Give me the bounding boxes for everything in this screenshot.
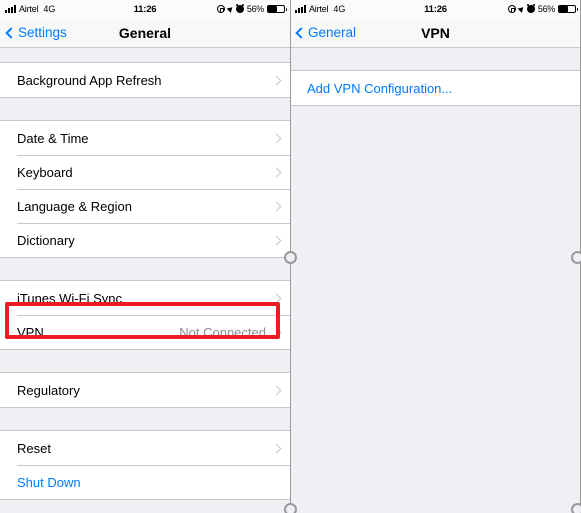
row-label: Background App Refresh [17, 72, 162, 88]
settings-group-1: Background App Refresh [0, 62, 290, 98]
location-arrow-icon [517, 5, 526, 13]
row-accessory [271, 75, 282, 85]
vpn-status-value: Not Connected [179, 324, 266, 340]
chevron-right-icon [271, 235, 282, 245]
status-bar-right: Airtel 4G 11:26 56% [290, 0, 581, 18]
chevron-left-icon [295, 26, 307, 39]
chevron-right-icon [271, 327, 282, 337]
chevron-right-icon [271, 75, 282, 85]
row-accessory [271, 133, 282, 143]
chevron-right-icon [271, 201, 282, 211]
section-gap [0, 408, 290, 430]
settings-row-keyboard[interactable]: Keyboard [0, 155, 290, 189]
section-gap [0, 48, 290, 62]
back-button-label: Settings [18, 25, 67, 40]
location-arrow-icon [226, 5, 235, 13]
navigation-bar-general: Settings General [0, 18, 290, 48]
row-accessory [271, 293, 282, 303]
settings-group-3: iTunes Wi-Fi Sync VPN Not Connected [0, 280, 290, 350]
settings-row-regulatory[interactable]: Regulatory [0, 373, 290, 407]
settings-group-2: Date & Time Keyboard Language & Region D… [0, 120, 290, 258]
section-gap [0, 350, 290, 372]
row-label: Dictionary [17, 232, 75, 248]
chevron-right-icon [271, 167, 282, 177]
row-label: Keyboard [17, 164, 73, 180]
status-bar-right-group: 56% [216, 4, 287, 14]
row-label: Shut Down [17, 474, 81, 490]
right-edge-handle-middle[interactable] [571, 251, 581, 264]
general-settings-list: Background App Refresh Date & Time Keybo… [0, 48, 290, 500]
navigation-bar-vpn: General VPN [290, 18, 581, 48]
chevron-left-icon [5, 26, 17, 39]
settings-row-add-vpn-configuration[interactable]: Add VPN Configuration... [290, 71, 581, 105]
dual-screenshot-container: Airtel 4G 11:26 56% Settings General Bac… [0, 0, 581, 513]
settings-row-background-app-refresh[interactable]: Background App Refresh [0, 63, 290, 97]
section-gap [0, 258, 290, 280]
back-button-label: General [308, 25, 357, 40]
row-label: Date & Time [17, 130, 89, 146]
row-label: Reset [17, 440, 51, 456]
chevron-right-icon [271, 133, 282, 143]
settings-group-5: Reset Shut Down [0, 430, 290, 500]
row-accessory: Not Connected [179, 324, 282, 340]
left-phone-screen: Airtel 4G 11:26 56% Settings General Bac… [0, 0, 290, 513]
row-label: VPN [17, 324, 44, 340]
row-accessory [271, 443, 282, 453]
settings-row-language-region[interactable]: Language & Region [0, 189, 290, 223]
alarm-clock-icon [235, 5, 244, 13]
settings-row-reset[interactable]: Reset [0, 431, 290, 465]
row-accessory [271, 385, 282, 395]
alarm-clock-icon [526, 5, 535, 13]
row-label: Language & Region [17, 198, 132, 214]
settings-row-itunes-wifi-sync[interactable]: iTunes Wi-Fi Sync [0, 281, 290, 315]
vpn-group-1: Add VPN Configuration... [290, 70, 581, 106]
portrait-lock-icon [507, 5, 516, 13]
right-phone-screen: Airtel 4G 11:26 56% General VPN Add VPN … [290, 0, 581, 513]
back-button-general[interactable]: General [290, 25, 356, 40]
portrait-lock-icon [216, 5, 225, 13]
section-gap [0, 98, 290, 120]
section-gap [290, 48, 581, 70]
battery-icon [558, 4, 578, 14]
row-label: iTunes Wi-Fi Sync [17, 290, 122, 306]
row-label: Regulatory [17, 382, 80, 398]
row-accessory [271, 235, 282, 245]
chevron-right-icon [271, 293, 282, 303]
row-accessory [271, 167, 282, 177]
settings-row-shut-down[interactable]: Shut Down [0, 465, 290, 499]
vpn-settings-list: Add VPN Configuration... [290, 48, 581, 106]
battery-percent-label: 56% [246, 4, 264, 14]
settings-row-date-time[interactable]: Date & Time [0, 121, 290, 155]
row-accessory [271, 201, 282, 211]
right-edge-handle-bottom[interactable] [571, 503, 581, 513]
battery-percent-label: 56% [537, 4, 555, 14]
settings-group-4: Regulatory [0, 372, 290, 408]
divider-handle-bottom[interactable] [284, 503, 297, 513]
settings-row-vpn[interactable]: VPN Not Connected [0, 315, 290, 349]
battery-icon [267, 4, 287, 14]
status-bar-right-group: 56% [507, 4, 578, 14]
row-label: Add VPN Configuration... [307, 80, 453, 96]
status-bar-left: Airtel 4G 11:26 56% [0, 0, 290, 18]
settings-row-dictionary[interactable]: Dictionary [0, 223, 290, 257]
chevron-right-icon [271, 385, 282, 395]
divider-handle-middle[interactable] [284, 251, 297, 264]
chevron-right-icon [271, 443, 282, 453]
back-button-settings[interactable]: Settings [0, 25, 67, 40]
